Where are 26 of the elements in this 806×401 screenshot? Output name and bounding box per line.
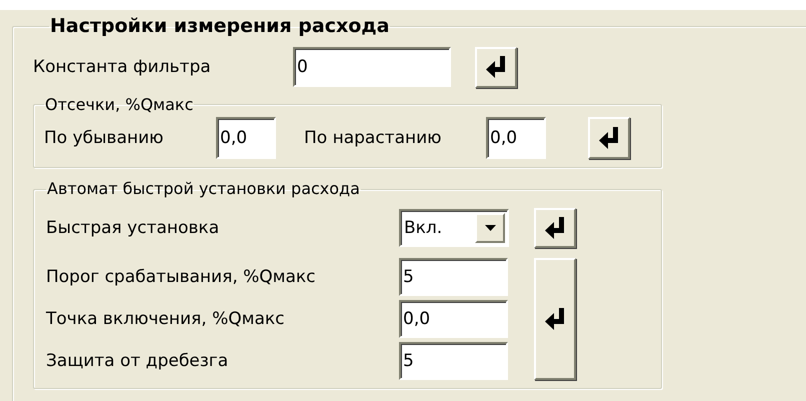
input-field[interactable]: 0,0: [399, 300, 508, 338]
enter-icon: [486, 56, 506, 78]
apply-button[interactable]: [534, 258, 576, 380]
input-field[interactable]: 0: [293, 47, 451, 88]
apply-button[interactable]: [588, 117, 630, 160]
enter-icon: [545, 217, 565, 240]
input-field[interactable]: 0,0: [216, 117, 276, 160]
input-field[interactable]: 0,0: [486, 117, 546, 160]
field-label: Защита от дребезга: [46, 351, 230, 372]
enter-icon: [599, 127, 619, 150]
input-field[interactable]: 5: [399, 258, 508, 296]
group-title: Отсечки, %Qмакс: [44, 96, 194, 114]
field-label: Константа фильтра: [33, 57, 212, 78]
group-title: Настройки измерения расхода: [49, 16, 390, 37]
field-label: По убыванию: [44, 128, 164, 148]
apply-button[interactable]: [475, 46, 517, 88]
apply-button[interactable]: [534, 208, 576, 248]
enter-icon: [545, 308, 565, 330]
field-label: По нарастанию: [303, 128, 442, 148]
field-label: Быстрая установка: [46, 218, 220, 238]
dropdown[interactable]: Вкл.: [399, 209, 509, 248]
field-label: Порог срабатывания, %Qмакс: [46, 267, 317, 288]
input-field[interactable]: 5: [399, 342, 508, 380]
caret-icon: [484, 225, 496, 232]
field-label: Точка включения, %Qмакс: [46, 309, 286, 330]
group-title: Автомат быстрой установки расхода: [46, 180, 361, 198]
